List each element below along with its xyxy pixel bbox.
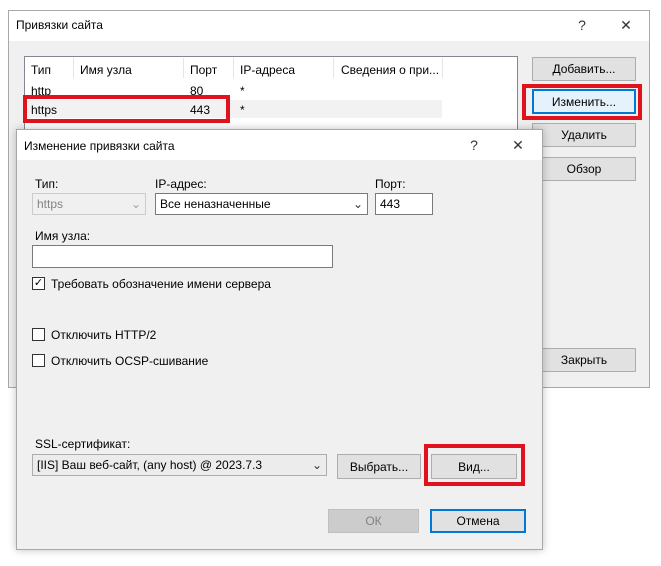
bindings-titlebar <box>9 11 649 41</box>
bindings-help-button[interactable]: ? <box>570 13 594 37</box>
column-divider[interactable] <box>333 58 334 78</box>
disable-http2-label[interactable]: Отключить HTTP/2 <box>51 328 156 342</box>
ok-button[interactable]: ОК <box>328 509 419 533</box>
row-ip-cell: * <box>240 84 245 98</box>
column-divider[interactable] <box>233 58 234 78</box>
ssl-certificate-label: SSL-сертификат: <box>35 437 131 451</box>
ip-select-value: Все неназначенные <box>160 197 271 211</box>
add-button[interactable]: Добавить... <box>532 57 636 81</box>
cancel-button[interactable]: Отмена <box>430 509 526 533</box>
remove-button[interactable]: Удалить <box>532 123 636 147</box>
close-button[interactable]: Закрыть <box>532 348 636 372</box>
row-ip-cell: * <box>240 103 245 117</box>
column-divider[interactable] <box>73 58 74 78</box>
column-header-port[interactable]: Порт <box>190 63 217 77</box>
disable-http2-checkbox[interactable] <box>32 328 45 341</box>
chevron-down-icon: ⌄ <box>130 197 142 211</box>
edit-binding-title: Изменение привязки сайта <box>24 139 175 153</box>
host-label: Имя узла: <box>35 229 91 243</box>
port-label: Порт: <box>375 177 406 191</box>
type-label: Тип: <box>35 177 59 191</box>
column-header-type[interactable]: Тип <box>31 63 51 77</box>
ssl-certificate-value: [IIS] Ваш веб-сайт, (any host) @ 2023.7.… <box>37 458 263 472</box>
highlight-box-https-row <box>23 95 230 123</box>
ip-label: IP-адрес: <box>155 177 207 191</box>
type-select: https ⌄ <box>32 193 146 215</box>
select-certificate-button[interactable]: Выбрать... <box>337 454 421 479</box>
column-header-host[interactable]: Имя узла <box>80 63 132 77</box>
column-divider[interactable] <box>183 58 184 78</box>
chevron-down-icon: ⌄ <box>352 197 364 211</box>
disable-ocsp-checkbox[interactable] <box>32 354 45 367</box>
column-divider[interactable] <box>442 58 443 78</box>
edit-close-button[interactable]: ✕ <box>506 133 530 157</box>
ip-select[interactable]: Все неназначенные ⌄ <box>155 193 368 215</box>
port-field[interactable]: 443 <box>375 193 433 215</box>
chevron-down-icon: ⌄ <box>311 458 323 472</box>
column-header-ip[interactable]: IP-адреса <box>240 63 295 77</box>
host-field[interactable] <box>32 245 333 268</box>
edit-help-button[interactable]: ? <box>462 133 486 157</box>
sni-label[interactable]: Требовать обозначение имени сервера <box>51 277 271 291</box>
highlight-box-view-button <box>424 444 525 486</box>
type-select-value: https <box>37 197 64 211</box>
column-header-info[interactable]: Сведения о при... <box>341 63 439 77</box>
ssl-certificate-select[interactable]: [IIS] Ваш веб-сайт, (any host) @ 2023.7.… <box>32 454 327 476</box>
browse-button[interactable]: Обзор <box>532 157 636 181</box>
bindings-close-button[interactable]: ✕ <box>614 13 638 37</box>
bindings-title: Привязки сайта <box>16 18 103 32</box>
disable-ocsp-label[interactable]: Отключить OCSP-сшивание <box>51 354 208 368</box>
sni-checkbox[interactable]: ✓ <box>32 277 45 290</box>
highlight-box-edit-button <box>522 84 642 120</box>
checkmark-icon: ✓ <box>33 277 44 289</box>
